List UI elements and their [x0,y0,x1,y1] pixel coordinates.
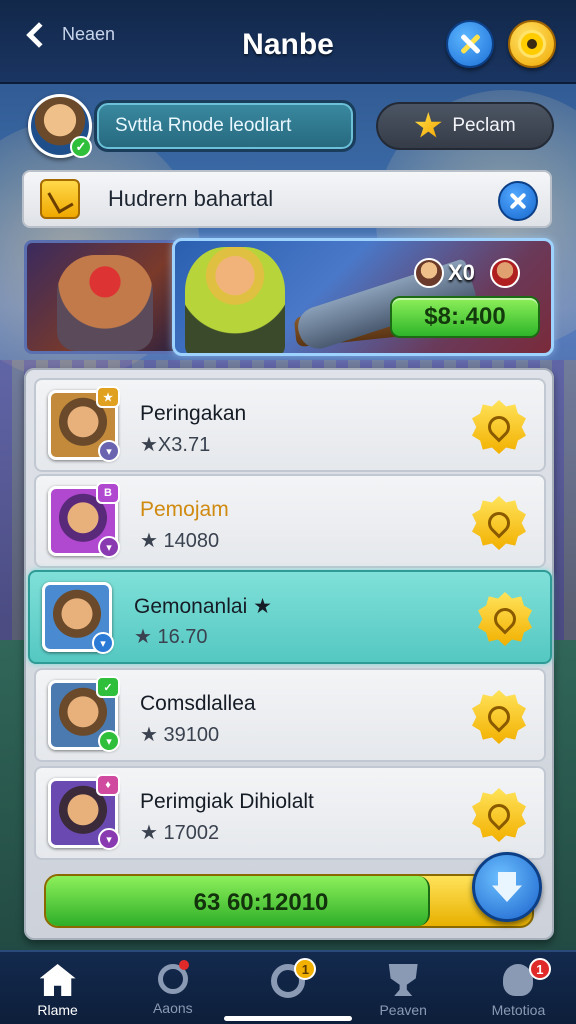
profile-count-badge: 1 [528,958,551,980]
chevron-down-icon: ▾ [98,730,120,752]
notification-dot [179,960,190,970]
gear-icon [521,33,543,55]
row-score: ★ 14080 [140,530,220,552]
chat-count-badge: 1 [294,958,317,980]
list-item[interactable]: ★ ▾ Peringakan ★X3.71 [34,378,546,472]
chevron-down-icon: ▾ [98,828,120,850]
download-button[interactable] [472,852,542,922]
star-icon [414,112,442,138]
close-icon [459,33,481,55]
hero-character [185,247,285,353]
rank-badge: ★ [96,386,120,408]
rank-badge: ♦ [96,774,120,796]
row-name: Pemojam [140,498,229,521]
rank-badge: B [96,482,120,504]
notice-close-button[interactable] [498,181,538,221]
nav-item-chat[interactable]: 1 [230,952,345,1024]
home-icon [39,964,76,996]
list-item[interactable]: ✓ ▾ Comsdlallea ★ 39100 [34,668,546,762]
nav-label: Metotioa [491,1002,546,1018]
progress-label: 63 60:12010 [193,889,329,916]
vs-text: X0 [448,260,475,285]
row-score: ★ 16.70 [134,626,208,648]
list-item[interactable]: ♦ ▾ Perimgiak Dihiolalt ★ 17002 [34,766,546,860]
chevron-down-icon: ▾ [92,632,114,654]
profile-action-label: Peclam [452,115,516,136]
price-label: $8:.400 [424,303,506,330]
nav-label: Aaons [152,1000,193,1016]
opponent-avatar-a [414,258,444,288]
row-score: ★ 17002 [140,822,220,844]
badge-action-button[interactable] [472,496,526,550]
rank-badge: ✓ [96,676,120,698]
row-name: Peringakan [140,402,247,425]
row-name: Comsdlallea [140,692,256,715]
chevron-down-icon: ▾ [98,440,120,462]
row-score: ★X3.71 [140,434,211,456]
profile-name-field[interactable]: Svttla Rnode leodlart [94,100,356,152]
profile-name-text: Svttla Rnode leodlart [115,115,292,136]
close-button[interactable] [446,20,494,68]
check-icon: ✓ [70,136,92,158]
badge-action-button[interactable] [472,690,526,744]
arrow-down-icon [492,872,522,902]
nav-item-rewards[interactable]: Peaven [346,952,461,1024]
close-icon [507,190,529,212]
chevron-down-icon: ▾ [98,536,120,558]
notice-text: Hudrern bahartal [108,186,274,211]
badge-action-button[interactable] [472,400,526,454]
nav-label: Peaven [379,1002,427,1018]
badge-action-button[interactable] [478,592,532,646]
row-name: Gemonanlai ★ [134,595,272,618]
row-score: ★ 39100 [140,724,220,746]
badge-action-button[interactable] [472,788,526,842]
top-bar: Neaen Nanbe [0,0,576,84]
list-item[interactable]: B ▾ Pemojam ★ 14080 [34,474,546,568]
row-name: Perimgiak Dihiolalt [140,790,314,813]
leaderboard-panel: ★ ▾ Peringakan ★X3.71 B ▾ Pemojam ★ 1408… [24,368,554,940]
nav-label: Rlame [37,1002,78,1018]
trophy-icon [388,964,418,996]
brute-character [57,255,153,351]
opponent-avatar-b [490,258,520,288]
price-button[interactable]: $8:.400 [390,296,540,338]
progress-bar[interactable]: 63 60:12010 [44,874,534,928]
hero-card-brute[interactable] [24,240,184,354]
notice-banner: Hudrern bahartal [22,170,552,228]
nav-item-profile[interactable]: 1 Metotioa [461,952,576,1024]
profile-action-button[interactable]: Peclam [376,102,554,150]
settings-button[interactable] [508,20,556,68]
list-item-highlighted[interactable]: ▾ Gemonanlai ★ ★ 16.70 [28,570,552,664]
home-indicator [224,1016,352,1021]
bottom-nav: Rlame Aaons 1 Peaven 1 Metotioa [0,950,576,1024]
edit-icon [40,179,80,219]
nav-item-home[interactable]: Rlame [0,952,115,1024]
nav-item-search[interactable]: Aaons [115,952,230,1024]
